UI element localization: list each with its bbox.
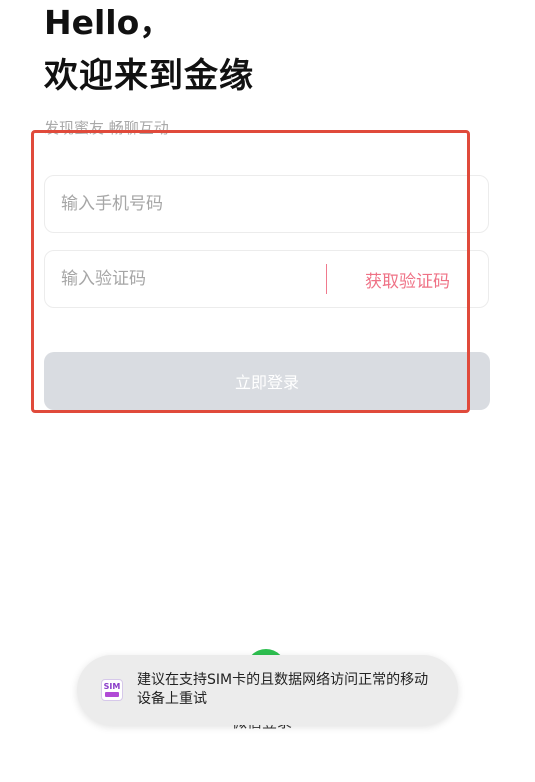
code-field[interactable]: 获取验证码 [44, 250, 489, 308]
sim-card-icon: SIM [101, 679, 123, 701]
code-divider [326, 264, 327, 294]
verification-code-input[interactable] [45, 250, 326, 308]
phone-input[interactable] [45, 175, 488, 233]
sim-icon-text: SIM [103, 682, 121, 691]
greeting-title: Hello， [44, 3, 173, 42]
toast-message: 建议在支持SIM卡的且数据网络访问正常的移动设备上重试 [137, 672, 429, 707]
toast-notification: SIM 建议在支持SIM卡的且数据网络访问正常的移动设备上重试 [77, 655, 458, 725]
get-code-button[interactable]: 获取验证码 [365, 267, 450, 292]
login-page: Hello， 欢迎来到金缘 发现蜜友 畅聊互动 获取验证码 立即登录 微信登录 … [0, 0, 535, 782]
phone-field[interactable] [44, 175, 489, 233]
welcome-title: 欢迎来到金缘 [44, 56, 254, 96]
subtitle: 发现蜜友 畅聊互动 [44, 119, 169, 137]
login-button[interactable]: 立即登录 [44, 352, 490, 410]
